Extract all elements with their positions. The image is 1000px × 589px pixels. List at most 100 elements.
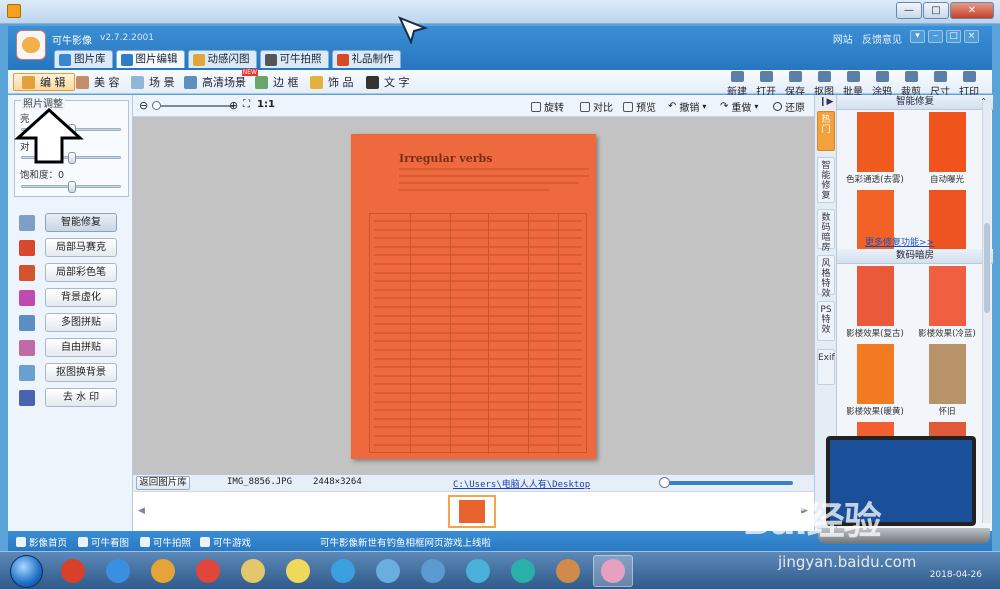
fit-screen-icon[interactable]: ⛶	[243, 99, 250, 110]
actual-size-button[interactable]: 1:1	[257, 99, 275, 110]
undo-dropdown-icon[interactable]: ▾	[702, 102, 706, 111]
taskbar-document[interactable]	[368, 555, 408, 587]
effect-tab-3[interactable]: 数码暗房	[817, 209, 835, 253]
restore-button[interactable]: 还原	[773, 99, 805, 114]
rotate-button[interactable]: 旋转	[531, 99, 564, 114]
footer-link-camera[interactable]: 可牛拍照	[140, 535, 191, 549]
footer-link-viewer[interactable]: 可牛看图	[78, 535, 129, 549]
redo-dropdown-icon[interactable]: ▾	[754, 102, 758, 111]
tab-1[interactable]: 图片库	[54, 50, 113, 68]
effect-thumb[interactable]: 色彩通透(去雾)	[843, 112, 907, 186]
zoom-in-icon[interactable]: ⊕	[229, 99, 238, 112]
thumbnail-item[interactable]	[448, 495, 496, 528]
photo-canvas[interactable]: Irregular verbs	[133, 117, 814, 474]
effect-thumb[interactable]: 影楼效果(复古)	[843, 266, 907, 340]
effect-tab-6[interactable]: Exif	[817, 349, 835, 385]
app-minimize-button[interactable]: –	[928, 30, 943, 43]
taskbar-remote[interactable]	[413, 555, 453, 587]
thumbnail-size-slider[interactable]	[659, 477, 793, 488]
effect-thumb[interactable]: 怀旧	[915, 344, 979, 418]
tool-frame[interactable]: 边 框	[255, 73, 299, 91]
toolbar-action-9[interactable]: 打印	[957, 71, 981, 98]
toolbar-action-4[interactable]: 抠图	[812, 71, 836, 98]
strip-left-arrow-icon[interactable]: ◀	[138, 506, 145, 516]
edited-photo[interactable]: Irregular verbs	[351, 134, 596, 459]
tool-edit[interactable]: 编 辑	[13, 73, 75, 91]
preview-button[interactable]: 预览	[623, 99, 656, 114]
footer-link-games[interactable]: 可牛游戏	[200, 535, 251, 549]
taskbar-paint[interactable]	[548, 555, 588, 587]
tool-beauty[interactable]: 美 容	[76, 73, 120, 91]
taskbar-jiangmin[interactable]	[53, 555, 93, 587]
tool-scene[interactable]: 场 景	[131, 73, 175, 91]
feedback-link[interactable]: 反馈意见	[862, 35, 902, 46]
left-tool-color-pen[interactable]: 局部彩色笔	[16, 262, 128, 284]
back-to-gallery-button[interactable]: 返回图片库	[136, 476, 190, 490]
effect-tab-4[interactable]: 风格特效	[817, 255, 835, 299]
taskbar-headset[interactable]	[503, 555, 543, 587]
left-tool-watermark[interactable]: 去 水 印	[16, 387, 128, 409]
tab-3[interactable]: 动感闪图	[187, 50, 257, 68]
left-tool-blur[interactable]: 背景虚化	[16, 287, 128, 309]
left-tool-smart-repair[interactable]: 智能修复	[16, 212, 128, 234]
collapse-panel-icon[interactable]: ❙▶	[819, 97, 833, 107]
skin-icon[interactable]: ▾	[910, 30, 925, 43]
effects-scrollbar-thumb[interactable]	[984, 223, 990, 313]
file-path-link[interactable]: C:\Users\电脑人人有\Desktop	[453, 477, 590, 490]
redo-button[interactable]: ↷ 重做 ▾	[720, 99, 758, 114]
left-tool-free-collage[interactable]: 自由拼贴	[16, 337, 128, 359]
more-repair-link[interactable]: 更多修复功能>>	[865, 235, 934, 248]
taskbar-edge-browser[interactable]	[323, 555, 363, 587]
website-link[interactable]: 网站	[833, 35, 853, 46]
thumbnail-size-knob[interactable]	[659, 477, 670, 488]
undo-button[interactable]: ↶ 撤销 ▾	[668, 99, 706, 114]
close-button[interactable]: ✕	[950, 2, 994, 19]
toolbar-action-8[interactable]: 尺寸	[928, 71, 952, 98]
minimize-button[interactable]: —	[896, 2, 922, 19]
toolbar-action-1[interactable]: 新建	[725, 71, 749, 98]
zoom-slider[interactable]	[152, 101, 233, 110]
footer-news[interactable]: 可牛影像新世有钓鱼相框网页游戏上线啦	[320, 535, 491, 549]
compare-button[interactable]: 对比	[580, 99, 613, 114]
left-tool-cutout[interactable]: 抠图换背景	[16, 362, 128, 384]
toolbar-action-5[interactable]: 批量	[841, 71, 865, 98]
app-close-button[interactable]: ×	[964, 30, 979, 43]
toolbar-action-2[interactable]: 打开	[754, 71, 778, 98]
effect-thumb[interactable]: 影楼效果(暖黄)	[843, 344, 907, 418]
effect-tab-5[interactable]: PS特效	[817, 301, 835, 341]
toolbar-action-7[interactable]: 裁剪	[899, 71, 923, 98]
section-digital-darkroom-header[interactable]: 数码暗房⌃	[837, 249, 993, 264]
zoom-out-icon[interactable]: ⊖	[139, 99, 148, 112]
effect-tab-1[interactable]: 热门	[817, 111, 835, 151]
taskbar-ie[interactable]	[98, 555, 138, 587]
taskbar-chrome[interactable]	[188, 555, 228, 587]
saturation-slider[interactable]	[21, 181, 121, 193]
footer-link-home[interactable]: 影像首页	[16, 535, 67, 549]
toolbar-action-6[interactable]: 涂鸦	[870, 71, 894, 98]
taskbar-pinwheel[interactable]	[458, 555, 498, 587]
taskbar-folder[interactable]	[233, 555, 273, 587]
tool-text[interactable]: 文 字	[366, 73, 410, 91]
left-tool-mosaic[interactable]: 局部马赛克	[16, 237, 128, 259]
maximize-button[interactable]: □	[923, 2, 949, 19]
taskbar-media-player[interactable]	[143, 555, 183, 587]
saturation-slider-knob[interactable]	[68, 181, 76, 193]
toolbar-action-3[interactable]: 保存	[783, 71, 807, 98]
tool-accessory[interactable]: 饰 品	[310, 73, 354, 91]
left-tool-collage[interactable]: 多图拼贴	[16, 312, 128, 334]
start-button[interactable]	[10, 555, 43, 588]
effect-tab-2[interactable]: 智能修复	[817, 157, 835, 203]
text-icon	[366, 75, 379, 89]
section-smart-repair-header[interactable]: 智能修复 ⌃	[837, 95, 993, 110]
effect-thumb[interactable]: 自动曝光	[915, 112, 979, 186]
effect-preview	[857, 266, 894, 326]
effect-thumb[interactable]: 影楼效果(冷蓝)	[915, 266, 979, 340]
taskbar-keniu[interactable]	[593, 555, 633, 587]
tab-5[interactable]: 礼品制作	[331, 50, 401, 68]
tool-hd-scene[interactable]: 高清场景 NEW	[184, 69, 258, 91]
taskbar-notes[interactable]	[278, 555, 318, 587]
zoom-slider-knob[interactable]	[152, 101, 161, 110]
tab-2[interactable]: 图片编辑	[115, 50, 185, 68]
app-maximize-button[interactable]: □	[946, 30, 961, 43]
tab-4[interactable]: 可牛拍照	[259, 50, 329, 68]
